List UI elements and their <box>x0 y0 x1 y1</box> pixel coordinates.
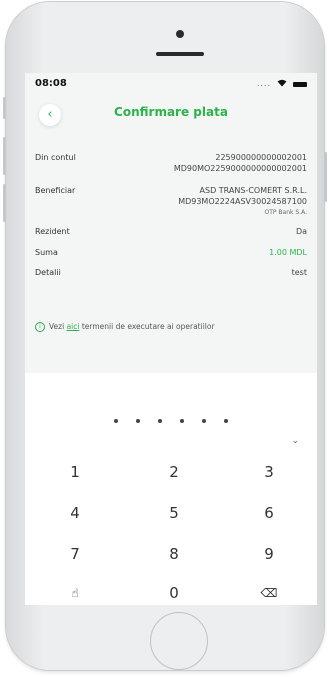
key-7[interactable]: 7 <box>40 541 110 567</box>
beneficiary-name: ASD TRANS-COMERT S.R.L. <box>199 186 307 195</box>
collapse-keypad-icon[interactable]: ⌄ <box>291 436 299 446</box>
amount-value: 1.00 MDL <box>269 248 307 257</box>
pin-dot <box>202 419 206 423</box>
key-9[interactable]: 9 <box>234 541 304 567</box>
power-button <box>324 152 327 202</box>
amount-label: Suma <box>35 248 58 257</box>
resident-value: Da <box>295 227 307 236</box>
key-3[interactable]: 3 <box>234 459 304 485</box>
beneficiary-label: Beneficiar <box>35 186 76 195</box>
key-1[interactable]: 1 <box>40 459 110 485</box>
pin-dot <box>180 419 184 423</box>
page-title: Confirmare plata <box>114 105 228 119</box>
delete-icon[interactable]: ⌫ <box>234 580 304 605</box>
battery-icon <box>293 82 307 87</box>
earpiece-speaker <box>156 52 204 56</box>
pin-indicator <box>25 408 317 427</box>
key-4[interactable]: 4 <box>40 500 110 526</box>
terms-link[interactable]: aici <box>67 322 80 331</box>
terms-info: i Vezi aici termenii de executare ai oper… <box>35 322 307 332</box>
terms-suffix: termenii de executare ai operatiilor <box>79 322 215 331</box>
pin-dot <box>114 419 118 423</box>
key-5[interactable]: 5 <box>139 500 209 526</box>
details-label: Detalii <box>35 268 61 277</box>
from-account-label: Din contul <box>35 153 76 162</box>
beneficiary-bank: OTP Bank S.A. <box>264 209 307 216</box>
mute-switch <box>3 97 6 119</box>
status-time: 08:08 <box>35 78 67 89</box>
home-button[interactable] <box>150 612 208 670</box>
from-account-number: 225900000000002001 <box>215 153 307 162</box>
volume-down-button <box>3 184 6 222</box>
key-2[interactable]: 2 <box>139 459 209 485</box>
pin-dot <box>158 419 162 423</box>
status-bar: 08:08 .... <box>25 73 317 95</box>
pin-dot <box>224 419 228 423</box>
key-8[interactable]: 8 <box>139 541 209 567</box>
resident-label: Rezident <box>35 227 70 236</box>
front-camera <box>176 30 184 38</box>
fingerprint-icon[interactable]: ☝ <box>40 580 110 605</box>
volume-up-button <box>3 137 6 175</box>
key-6[interactable]: 6 <box>234 500 304 526</box>
info-icon: i <box>35 322 45 332</box>
beneficiary-iban: MD93MO2224ASV30024587100 <box>178 197 307 206</box>
pin-keypad: ⌄ 1 2 3 4 5 6 7 8 9 ☝ 0 ⌫ <box>25 373 317 605</box>
app-screen: 08:08 .... ‹ Confirmare plata Din contul… <box>25 73 317 605</box>
signal-indicator: .... <box>256 79 271 88</box>
page-header: ‹ Confirmare plata <box>25 95 317 135</box>
pin-dot <box>136 419 140 423</box>
key-0[interactable]: 0 <box>139 580 209 605</box>
phone-frame: 08:08 .... ‹ Confirmare plata Din contul… <box>3 2 327 670</box>
wifi-icon <box>277 79 287 87</box>
terms-prefix: Vezi <box>49 322 67 331</box>
from-account-iban: MD90MO2259000000000002001 <box>173 164 307 173</box>
details-value: test <box>291 268 307 277</box>
